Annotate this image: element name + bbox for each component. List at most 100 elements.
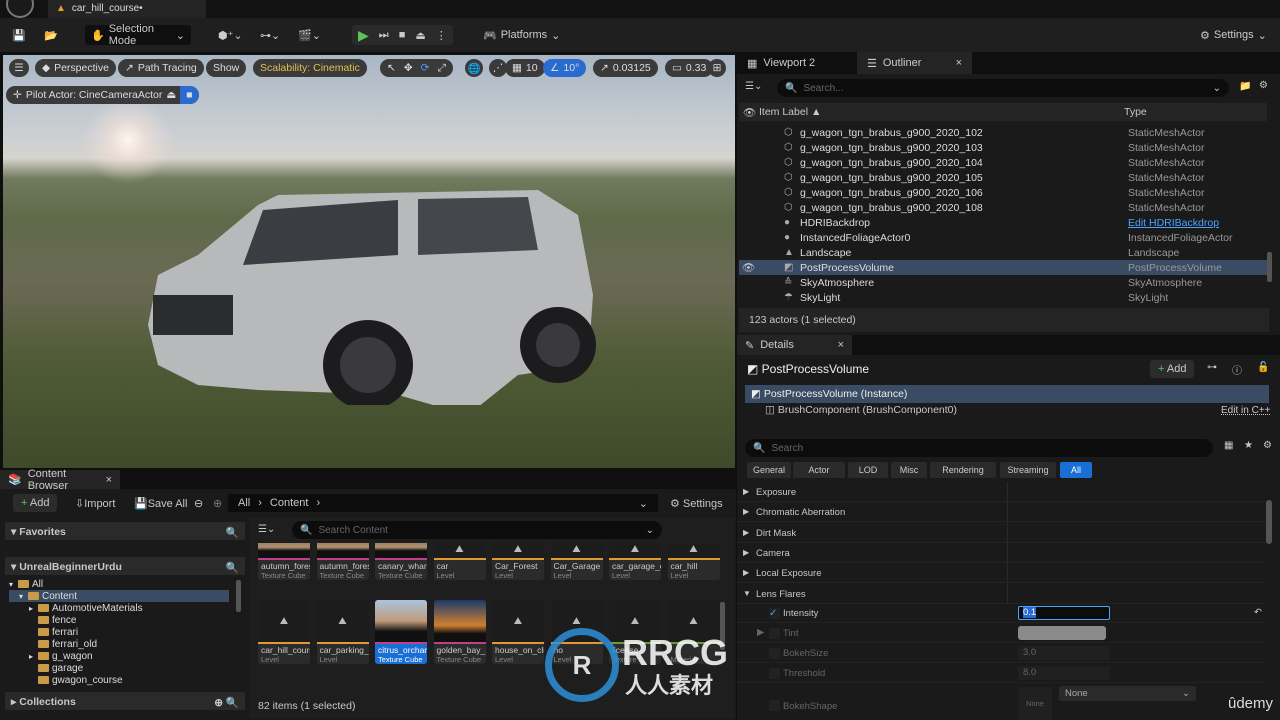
- tab-details[interactable]: ✎ Details ×: [737, 335, 852, 355]
- level-tab[interactable]: ▲ car_hill_course•: [48, 0, 206, 18]
- filter-actor[interactable]: Actor: [793, 462, 845, 478]
- blueprint-button[interactable]: ⊶⌄: [260, 25, 280, 45]
- layout-icon[interactable]: ⊞: [708, 59, 726, 77]
- path-tracing-button[interactable]: ↗ Path Tracing: [118, 59, 204, 77]
- rotate-icon[interactable]: ⟳: [421, 62, 430, 74]
- expand-icon[interactable]: ▶: [757, 627, 764, 638]
- folder-garage[interactable]: garage: [29, 662, 83, 674]
- outliner-search-input[interactable]: 🔍 Search... ⌄: [777, 79, 1229, 97]
- add-actor-button[interactable]: ⬢⁺⌄: [218, 25, 243, 45]
- intensity-input[interactable]: 0.1: [1018, 606, 1110, 620]
- camera-icon[interactable]: ■: [180, 86, 199, 104]
- tint-color-swatch[interactable]: [1018, 626, 1106, 640]
- scale-snap-button[interactable]: ↗ 0.03125: [593, 59, 658, 77]
- scalability-button[interactable]: Scalability: Cinematic: [253, 59, 367, 77]
- expand-arrow-icon[interactable]: [29, 676, 35, 685]
- expand-arrow-icon[interactable]: ▾: [9, 580, 15, 589]
- edit-cpp-link[interactable]: Edit in C++: [1221, 405, 1270, 416]
- asset-tile[interactable]: ⛰ car Level: [433, 543, 486, 580]
- forward-icon[interactable]: ⊕: [213, 497, 222, 510]
- expand-arrow-icon[interactable]: ▸: [29, 652, 35, 661]
- filter-misc[interactable]: Misc: [891, 462, 927, 478]
- browse-icon[interactable]: 📂: [44, 25, 58, 45]
- platforms-button[interactable]: 🎮 Platforms ⌄: [483, 25, 560, 45]
- details-search-input[interactable]: 🔍 Search: [745, 439, 1213, 457]
- star-icon[interactable]: ★: [1244, 440, 1253, 451]
- section-chromatic-aberration[interactable]: ▶ Chromatic Aberration: [737, 502, 1267, 523]
- perspective-button[interactable]: ◆ Perspective: [35, 59, 116, 77]
- outliner-row[interactable]: ⬡ g_wagon_tgn_brabus_g900_2020_108 StaticM…: [739, 200, 1269, 215]
- bokeh-shape-dropdown[interactable]: None ⌄: [1059, 686, 1196, 701]
- details-scrollbar[interactable]: [1266, 500, 1272, 544]
- threshold-input[interactable]: 8.0: [1018, 666, 1110, 680]
- eject-icon[interactable]: ⏏: [415, 29, 425, 42]
- camera-speed-button[interactable]: ▭ 0.33: [665, 59, 714, 77]
- bokeh-size-input[interactable]: 3.0: [1018, 646, 1110, 660]
- folder-gwagon_course[interactable]: gwagon_course: [29, 674, 123, 686]
- asset-tile[interactable]: ⛰ car_hill Level: [667, 543, 720, 580]
- expand-arrow-icon[interactable]: ▾: [19, 592, 25, 601]
- filter-all[interactable]: All: [1060, 462, 1092, 478]
- tint-checkbox[interactable]: [769, 628, 780, 639]
- filter-icon[interactable]: ☰⌄: [745, 81, 762, 92]
- folder-g_wagon[interactable]: ▸ g_wagon: [29, 650, 93, 662]
- tab-viewport-2[interactable]: ▦ Viewport 2: [737, 52, 857, 74]
- show-button[interactable]: Show: [206, 59, 247, 77]
- bokeh-size-checkbox[interactable]: [769, 648, 780, 659]
- tree-scrollbar[interactable]: [236, 580, 241, 612]
- outliner-row[interactable]: ⬡ g_wagon_tgn_brabus_g900_2020_105 StaticM…: [739, 170, 1269, 185]
- folder-all[interactable]: ▾ All: [9, 578, 43, 590]
- outliner-row[interactable]: 👁 ◩ PostProcessVolume PostProcessVolume: [739, 260, 1269, 275]
- search-icon[interactable]: ⊕ 🔍: [214, 696, 239, 709]
- world-space-icon[interactable]: 🌐: [465, 59, 483, 77]
- instance-row[interactable]: ◩ PostProcessVolume (Instance): [745, 385, 1269, 403]
- stop-icon[interactable]: ■: [399, 29, 406, 41]
- expand-arrow-icon[interactable]: [29, 640, 35, 649]
- project-header[interactable]: ▾ UnrealBeginnerUrdu 🔍: [5, 557, 245, 575]
- add-folder-icon[interactable]: 📁: [1239, 81, 1251, 92]
- breadcrumb-content[interactable]: Content: [270, 497, 309, 509]
- threshold-checkbox[interactable]: [769, 668, 780, 679]
- breadcrumb-all[interactable]: All: [238, 497, 250, 509]
- intensity-checkbox[interactable]: ✓: [769, 608, 780, 619]
- outliner-row[interactable]: ● HDRIBackdrop Edit HDRIBackdrop: [739, 215, 1269, 230]
- filter-lod[interactable]: LOD: [848, 462, 888, 478]
- asset-tile[interactable]: citrus_orchard Texture Cube: [375, 600, 427, 664]
- selection-mode-dropdown[interactable]: ✋ Selection Mode ⌄: [85, 23, 191, 47]
- eject-pilot-icon[interactable]: ⏏: [166, 89, 176, 101]
- folder-fence[interactable]: fence: [29, 614, 76, 626]
- save-all-button[interactable]: 💾Save All: [134, 497, 187, 510]
- asset-tile[interactable]: ⛰ car_parking_lotLevel: [316, 600, 369, 664]
- move-icon[interactable]: ✥: [404, 62, 413, 74]
- expand-arrow-icon[interactable]: [29, 628, 35, 637]
- chevron-down-icon[interactable]: ⌄: [639, 497, 648, 510]
- tab-content-browser[interactable]: 📚 Content Browser ×: [0, 468, 120, 492]
- help-icon[interactable]: ⓘ: [1232, 362, 1242, 377]
- visibility-icon[interactable]: 👁: [742, 261, 755, 274]
- asset-tile[interactable]: ⛰ car_hill_courseLevel: [258, 600, 310, 664]
- play-icon[interactable]: ▶: [358, 27, 369, 44]
- outliner-row[interactable]: ⬡ g_wagon_tgn_brabus_g900_2020_104 StaticM…: [739, 155, 1269, 170]
- rotate-snap-button[interactable]: ∠ 10°: [543, 59, 587, 77]
- blueprint-icon[interactable]: ⊶: [1207, 362, 1217, 373]
- asset-tile[interactable]: ⛰ Car_Forest Level: [492, 543, 544, 580]
- save-icon[interactable]: 💾: [12, 25, 26, 45]
- settings-button[interactable]: ⚙ Settings ⌄: [1200, 25, 1267, 45]
- grid-snap-button[interactable]: ▦ 10: [505, 59, 545, 77]
- lock-icon[interactable]: 🔓: [1257, 362, 1269, 373]
- back-icon[interactable]: ⊖: [194, 497, 203, 510]
- section-dirt-mask[interactable]: ▶ Dirt Mask: [737, 522, 1267, 543]
- row-type[interactable]: Edit HDRIBackdrop: [1128, 217, 1219, 229]
- step-icon[interactable]: ⏭: [379, 29, 389, 42]
- asset-tile[interactable]: autumn_forest_0Texture Cube: [258, 543, 310, 580]
- content-search-input[interactable]: 🔍 Search Content ⌄: [292, 521, 662, 539]
- folder-ferrari[interactable]: ferrari: [29, 626, 78, 638]
- asset-tile[interactable]: golden_bay_16kTexture Cube: [433, 600, 486, 664]
- unreal-logo[interactable]: [6, 0, 34, 18]
- table-view-icon[interactable]: ▦: [1224, 440, 1233, 451]
- outliner-scrollbar[interactable]: [1267, 252, 1272, 282]
- gear-icon[interactable]: ⚙: [1259, 80, 1268, 91]
- expand-arrow-icon[interactable]: [29, 664, 35, 673]
- import-button[interactable]: ⇩Import: [75, 497, 115, 510]
- asset-tile[interactable]: canary_wharf_16kTexture Cube: [375, 543, 427, 580]
